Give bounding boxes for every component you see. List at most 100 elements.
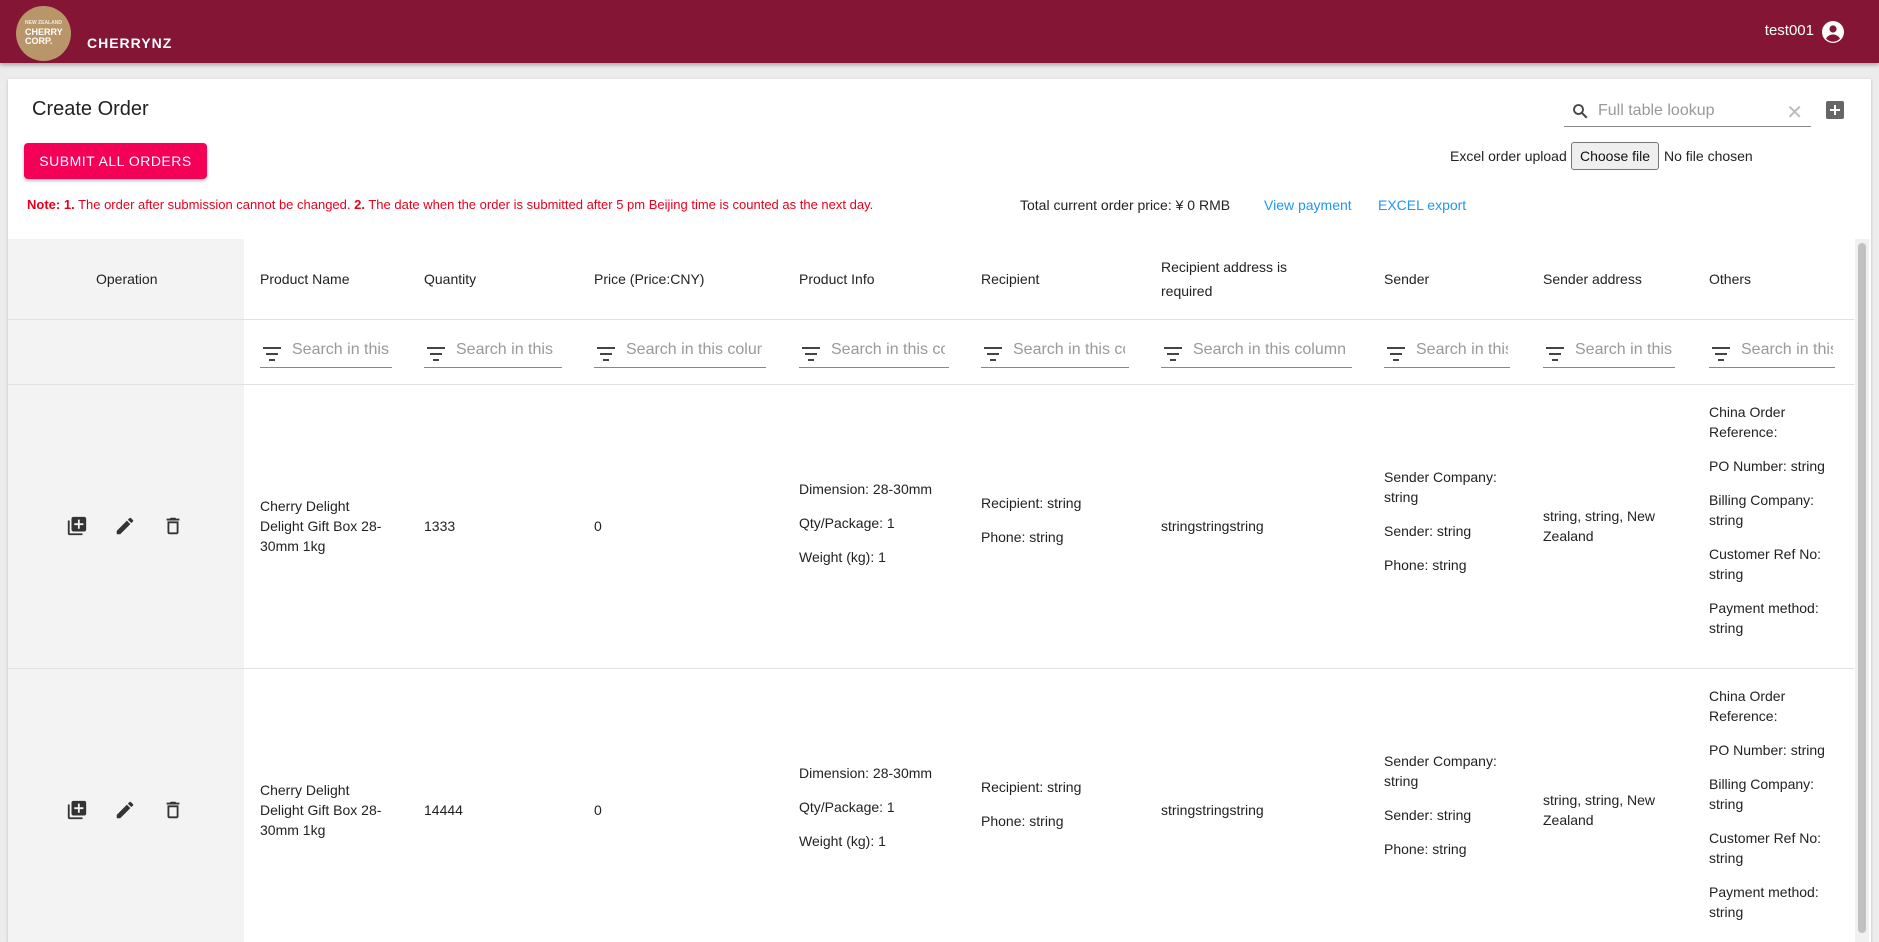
row-actions bbox=[66, 799, 196, 823]
delete-icon[interactable] bbox=[162, 515, 184, 537]
filter-recipient-address bbox=[1161, 338, 1352, 368]
delete-icon[interactable] bbox=[162, 799, 184, 821]
operation-filter-cell bbox=[8, 320, 244, 384]
header-sender[interactable]: Sender bbox=[1384, 267, 1429, 291]
filter-price bbox=[594, 338, 766, 368]
cell-recipient: Recipient: string Phone: string bbox=[981, 777, 1131, 845]
customer-ref: Customer Ref No: string bbox=[1709, 546, 1822, 582]
filter-recipient-address-input[interactable] bbox=[1193, 341, 1348, 359]
logo[interactable]: NEW ZEALAND CHERRY CORP. bbox=[16, 6, 71, 61]
filter-price-input[interactable] bbox=[626, 341, 762, 359]
filter-icon bbox=[1387, 347, 1405, 361]
billing-company: Billing Company: string bbox=[1709, 776, 1815, 812]
table-filter-row bbox=[8, 320, 1854, 385]
billing-company: Billing Company: string bbox=[1709, 492, 1815, 528]
table-scrollbar[interactable] bbox=[1855, 239, 1869, 942]
search-icon bbox=[1573, 104, 1588, 119]
cell-price: 0 bbox=[594, 802, 602, 818]
full-table-search-input[interactable] bbox=[1598, 99, 1778, 123]
app-bar: NEW ZEALAND CHERRY CORP. CHERRYNZ test00… bbox=[0, 0, 1879, 63]
filter-recipient-input[interactable] bbox=[1013, 341, 1125, 359]
order-card: Create Order SUBMIT ALL ORDERS ✕ Excel o… bbox=[8, 79, 1871, 942]
filter-icon bbox=[984, 347, 1002, 361]
full-table-search: ✕ bbox=[1564, 97, 1811, 127]
info-qty: Qty/Package: 1 bbox=[799, 515, 895, 531]
filter-others-input[interactable] bbox=[1741, 341, 1833, 359]
filter-product-info-input[interactable] bbox=[831, 341, 945, 359]
po-number: PO Number: string bbox=[1709, 742, 1825, 758]
view-payment-link[interactable]: View payment bbox=[1264, 197, 1352, 213]
filter-quantity-input[interactable] bbox=[456, 341, 558, 359]
add-duplicate-icon[interactable] bbox=[66, 799, 88, 821]
recipient-phone: Phone: string bbox=[981, 813, 1064, 829]
info-dimension: Dimension: 28-30mm bbox=[799, 481, 933, 497]
edit-icon[interactable] bbox=[114, 515, 136, 537]
header-sender-address[interactable]: Sender address bbox=[1543, 267, 1642, 291]
header-recipient-address[interactable]: Recipient address is required bbox=[1161, 255, 1321, 303]
logo-text-line1: NEW ZEALAND bbox=[25, 20, 62, 26]
row-actions bbox=[66, 515, 196, 539]
total-order-price: Total current order price: ¥ 0 RMB bbox=[1020, 197, 1231, 213]
info-weight: Weight (kg): 1 bbox=[799, 833, 886, 849]
username[interactable]: test001 bbox=[1765, 22, 1814, 39]
payment-method: Payment method: string bbox=[1709, 600, 1819, 636]
header-quantity[interactable]: Quantity bbox=[424, 267, 476, 291]
recipient-name: Recipient: string bbox=[981, 779, 1082, 795]
logo-text-line3: CORP. bbox=[25, 36, 53, 46]
excel-upload-label: Excel order upload bbox=[1450, 148, 1567, 164]
account-circle-icon[interactable] bbox=[1821, 20, 1845, 44]
header-product-name[interactable]: Product Name bbox=[260, 267, 349, 291]
file-status: No file chosen bbox=[1664, 148, 1753, 164]
page-title: Create Order bbox=[32, 98, 149, 120]
edit-icon[interactable] bbox=[114, 799, 136, 821]
cell-recipient: Recipient: string Phone: string bbox=[981, 493, 1131, 561]
cell-sender: Sender Company: string Sender: string Ph… bbox=[1384, 751, 1524, 873]
table-row[interactable]: Cherry Delight Delight Gift Box 28-30mm … bbox=[8, 385, 1854, 669]
cell-sender-address: string, string, New Zealand bbox=[1543, 792, 1656, 828]
info-dimension: Dimension: 28-30mm bbox=[799, 765, 933, 781]
choose-file-button[interactable]: Choose file bbox=[1571, 142, 1659, 170]
filter-quantity bbox=[424, 338, 562, 368]
header-others[interactable]: Others bbox=[1709, 267, 1751, 291]
brand-name: CHERRYNZ bbox=[87, 35, 173, 51]
sender-phone: Phone: string bbox=[1384, 841, 1467, 857]
filter-product-name-input[interactable] bbox=[292, 341, 390, 359]
cell-product-name: Cherry Delight Delight Gift Box 28-30mm … bbox=[260, 498, 382, 554]
note-number-1: 1. bbox=[63, 197, 75, 212]
recipient-phone: Phone: string bbox=[981, 529, 1064, 545]
filter-icon bbox=[1546, 347, 1564, 361]
sender-phone: Phone: string bbox=[1384, 557, 1467, 573]
filter-product-info bbox=[799, 338, 949, 368]
header-product-info[interactable]: Product Info bbox=[799, 267, 875, 291]
filter-sender-input[interactable] bbox=[1416, 341, 1508, 359]
note-text-1: The order after submission cannot be cha… bbox=[74, 197, 355, 212]
clear-search-icon[interactable]: ✕ bbox=[1786, 100, 1803, 125]
cell-recipient-address: stringstringstring bbox=[1161, 802, 1264, 818]
scrollbar-thumb[interactable] bbox=[1858, 243, 1866, 933]
sender-company: Sender Company: string bbox=[1384, 469, 1497, 505]
submit-all-orders-button[interactable]: SUBMIT ALL ORDERS bbox=[24, 143, 207, 179]
table-header-row: Operation Product Name Quantity Price (P… bbox=[8, 239, 1854, 320]
excel-export-link[interactable]: EXCEL export bbox=[1378, 197, 1466, 213]
filter-icon bbox=[427, 347, 445, 361]
filter-icon bbox=[802, 347, 820, 361]
cell-quantity: 14444 bbox=[424, 802, 463, 818]
customer-ref: Customer Ref No: string bbox=[1709, 830, 1822, 866]
table-row[interactable]: Cherry Delight Delight Gift Box 28-30mm … bbox=[8, 669, 1854, 942]
filter-recipient bbox=[981, 338, 1129, 368]
filter-icon bbox=[597, 347, 615, 361]
header-price[interactable]: Price (Price:CNY) bbox=[594, 267, 704, 291]
cell-sender: Sender Company: string Sender: string Ph… bbox=[1384, 467, 1524, 589]
add-row-icon[interactable] bbox=[1826, 101, 1844, 119]
cell-sender-address: string, string, New Zealand bbox=[1543, 508, 1656, 544]
filter-sender-address-input[interactable] bbox=[1575, 341, 1673, 359]
cell-product-name: Cherry Delight Delight Gift Box 28-30mm … bbox=[260, 782, 382, 838]
add-duplicate-icon[interactable] bbox=[66, 515, 88, 537]
sender-name: Sender: string bbox=[1384, 523, 1472, 539]
header-recipient[interactable]: Recipient bbox=[981, 267, 1039, 291]
note-text-2: The date when the order is submitted aft… bbox=[364, 197, 874, 212]
filter-sender bbox=[1384, 338, 1510, 368]
sender-company: Sender Company: string bbox=[1384, 753, 1497, 789]
header-operation: Operation bbox=[96, 271, 158, 287]
cell-price: 0 bbox=[594, 518, 602, 534]
